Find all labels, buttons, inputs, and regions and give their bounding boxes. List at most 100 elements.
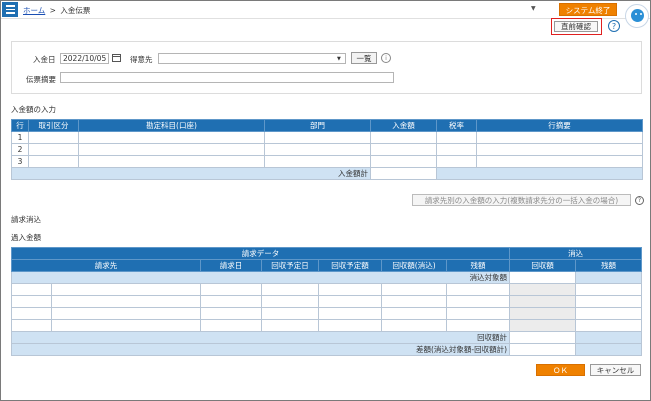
cell[interactable] (264, 143, 371, 156)
cell[interactable] (509, 283, 577, 296)
table-row[interactable]: 3 (11, 155, 643, 168)
collected-total-row: 回収額計 (10, 331, 643, 344)
col-transaction-type: 取引区分 (28, 119, 79, 132)
cell (445, 283, 511, 296)
cell[interactable] (78, 131, 265, 144)
cell[interactable] (264, 155, 371, 168)
row-number: 1 (11, 131, 29, 144)
table-row[interactable] (11, 283, 643, 296)
table-row[interactable]: 2 (11, 143, 643, 156)
cell[interactable] (28, 155, 79, 168)
cell[interactable] (509, 295, 577, 308)
col-clear-balance: 残額 (575, 259, 643, 272)
cancel-button[interactable]: キャンセル (590, 364, 641, 376)
col-due-date: 回収予定日 (261, 259, 319, 272)
header-form-panel: 入金日 2022/10/05 得意先 ▼ 一覧 i 伝票摘要 (11, 41, 642, 94)
settlement-group-header: 請求データ 消込 (10, 247, 643, 260)
assistant-avatar-icon[interactable] (625, 4, 649, 28)
table-row[interactable] (11, 319, 643, 332)
help-icon[interactable]: ? (608, 20, 620, 32)
cell (11, 307, 52, 320)
target-amount-label: 消込対象額 (10, 271, 511, 284)
cell (575, 307, 643, 320)
system-exit-button[interactable]: システム終了 (559, 3, 617, 16)
table-row[interactable] (11, 307, 643, 320)
cell[interactable] (509, 319, 577, 332)
info-icon[interactable]: i (381, 53, 391, 63)
cell (381, 307, 447, 320)
cell (318, 319, 382, 332)
ok-button[interactable]: ＯＫ (536, 364, 585, 376)
cell[interactable] (436, 143, 477, 156)
cell[interactable] (476, 131, 643, 144)
cell[interactable] (28, 143, 79, 156)
col-billing-to: 請求先 (11, 259, 201, 272)
cell (261, 319, 319, 332)
cell (11, 295, 52, 308)
date-input[interactable]: 2022/10/05 (60, 53, 109, 64)
dropdown-caret-icon[interactable]: ▼ (531, 5, 536, 12)
cell (445, 307, 511, 320)
over-deposit-label: 過入金額 (11, 233, 41, 242)
cell (318, 283, 382, 296)
cell[interactable] (370, 143, 437, 156)
deposit-section-title: 入金額の入力 (11, 105, 56, 114)
cell[interactable] (509, 307, 577, 320)
top-bar: ホーム > 入金伝票 ▼ システム終了 (1, 1, 650, 19)
help-icon[interactable]: ? (635, 196, 644, 205)
cell[interactable] (476, 143, 643, 156)
cell (436, 167, 643, 180)
group-request-data: 請求データ (10, 247, 511, 260)
hamburger-icon[interactable] (2, 2, 18, 17)
cell (11, 319, 52, 332)
col-row: 行 (11, 119, 29, 132)
multi-billing-input-button[interactable]: 請求先別の入金額の入力(複数請求先分の一括入金の場合) (412, 194, 631, 206)
table-row[interactable]: 1 (11, 131, 643, 144)
settlement-section-title: 請求消込 (11, 215, 41, 224)
col-amount: 入金額 (370, 119, 437, 132)
breadcrumb: ホーム > 入金伝票 (23, 5, 90, 16)
memo-label: 伝票摘要 (26, 75, 56, 84)
calendar-icon[interactable] (112, 54, 121, 62)
cell (445, 295, 511, 308)
cell[interactable] (78, 155, 265, 168)
deposit-table-header: 行 取引区分 勘定科目(口座) 部門 入金額 税率 行摘要 (11, 119, 643, 132)
cell[interactable] (436, 155, 477, 168)
col-tax-rate: 税率 (436, 119, 477, 132)
cell[interactable] (436, 131, 477, 144)
table-row[interactable] (11, 295, 643, 308)
cell[interactable] (264, 131, 371, 144)
deposit-total-label: 入金額計 (11, 167, 371, 180)
cell (200, 319, 262, 332)
difference-row: 差額(消込対象額-回収額計) (10, 343, 643, 356)
cell (381, 319, 447, 332)
list-button[interactable]: 一覧 (351, 52, 377, 64)
cell (51, 283, 201, 296)
cell[interactable] (476, 155, 643, 168)
breadcrumb-separator: > (49, 6, 56, 15)
target-amount-row: 消込対象額 (10, 271, 643, 284)
customer-select[interactable] (158, 53, 346, 64)
cell (575, 295, 643, 308)
over-deposit-value (49, 230, 113, 241)
cell (51, 307, 201, 320)
settlement-column-header: 請求先 請求日 回収予定日 回収予定額 回収額(消込) 残額 回収額 残額 (11, 259, 643, 272)
cell[interactable] (370, 155, 437, 168)
cell (445, 319, 511, 332)
cell (261, 283, 319, 296)
prev-confirm-button[interactable]: 直前確認 (554, 20, 598, 32)
cell (200, 295, 262, 308)
breadcrumb-home-link[interactable]: ホーム (23, 6, 45, 15)
cell (381, 283, 447, 296)
cell[interactable] (28, 131, 79, 144)
breadcrumb-current: 入金伝票 (60, 6, 91, 15)
deposit-table: 行 取引区分 勘定科目(口座) 部門 入金額 税率 行摘要 1 2 3 入金額計 (11, 119, 643, 180)
cell[interactable] (78, 143, 265, 156)
window-frame: ホーム > 入金伝票 ▼ システム終了 直前確認 ? 入金日 2022/10/0… (0, 0, 651, 401)
difference-value (509, 343, 577, 356)
cell (200, 283, 262, 296)
cell[interactable] (370, 131, 437, 144)
group-clear: 消込 (509, 247, 643, 260)
settlement-table: 請求データ 消込 請求先 請求日 回収予定日 回収予定額 回収額(消込) 残額 … (10, 247, 643, 356)
memo-input[interactable] (60, 72, 394, 83)
